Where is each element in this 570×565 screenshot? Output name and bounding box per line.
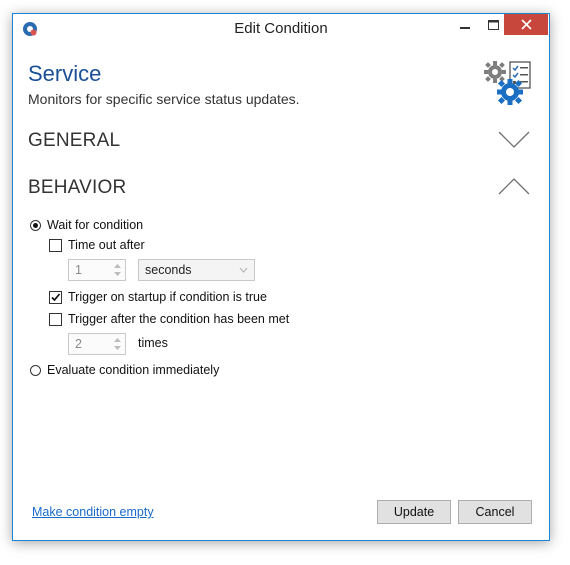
close-button[interactable] <box>504 14 548 35</box>
stepper-arrows-icon[interactable] <box>113 262 122 278</box>
trigger-after-met-label: Trigger after the condition has been met <box>68 312 290 326</box>
edit-condition-window: Edit Condition Service Monitors for spec… <box>12 13 550 541</box>
time-out-unit-select[interactable]: seconds <box>138 259 255 281</box>
times-label: times <box>138 336 168 350</box>
maximize-button[interactable] <box>479 14 507 35</box>
trigger-on-startup-checkbox[interactable] <box>49 290 62 304</box>
time-out-after-checkbox[interactable] <box>49 238 62 252</box>
time-out-value: 1 <box>75 263 82 277</box>
minimize-icon <box>460 26 470 29</box>
time-out-unit-value: seconds <box>145 263 192 277</box>
evaluate-immediately-radio[interactable] <box>30 364 41 376</box>
time-out-value-stepper[interactable]: 1 <box>68 259 126 281</box>
trigger-count-stepper[interactable]: 2 <box>68 333 126 355</box>
trigger-after-met-checkbox[interactable] <box>49 312 62 326</box>
section-general-header[interactable]: GENERAL <box>28 130 120 152</box>
section-behavior-header[interactable]: BEHAVIOR <box>28 177 126 199</box>
make-condition-empty-link[interactable]: Make condition empty <box>32 505 154 519</box>
page-subtitle: Monitors for specific service status upd… <box>28 91 300 107</box>
close-icon <box>520 19 532 30</box>
stepper-arrows-icon[interactable] <box>113 336 122 352</box>
chevron-down-icon[interactable] <box>498 130 530 150</box>
cancel-button[interactable]: Cancel <box>458 500 532 524</box>
trigger-on-startup-label: Trigger on startup if condition is true <box>68 290 267 304</box>
wait-for-condition-radio[interactable] <box>30 219 41 231</box>
chevron-down-icon <box>239 267 248 273</box>
evaluate-immediately-option[interactable]: Evaluate condition immediately <box>30 363 219 377</box>
minimize-button[interactable] <box>451 14 479 35</box>
wait-for-condition-option[interactable]: Wait for condition <box>30 218 143 232</box>
update-button[interactable]: Update <box>377 500 451 524</box>
checkmark-icon <box>51 292 61 301</box>
trigger-on-startup-option[interactable]: Trigger on startup if condition is true <box>49 290 267 304</box>
time-out-after-label: Time out after <box>68 238 145 252</box>
maximize-icon <box>487 19 499 30</box>
time-out-after-option[interactable]: Time out after <box>49 238 145 252</box>
wait-for-condition-label: Wait for condition <box>47 218 144 232</box>
title-bar: Edit Condition <box>13 14 549 43</box>
trigger-count-value: 2 <box>75 337 82 351</box>
chevron-up-icon[interactable] <box>498 176 530 196</box>
service-gear-checklist-icon <box>484 61 531 105</box>
page-title: Service <box>28 61 102 86</box>
evaluate-immediately-label: Evaluate condition immediately <box>47 363 220 377</box>
trigger-after-met-option[interactable]: Trigger after the condition has been met <box>49 312 289 326</box>
